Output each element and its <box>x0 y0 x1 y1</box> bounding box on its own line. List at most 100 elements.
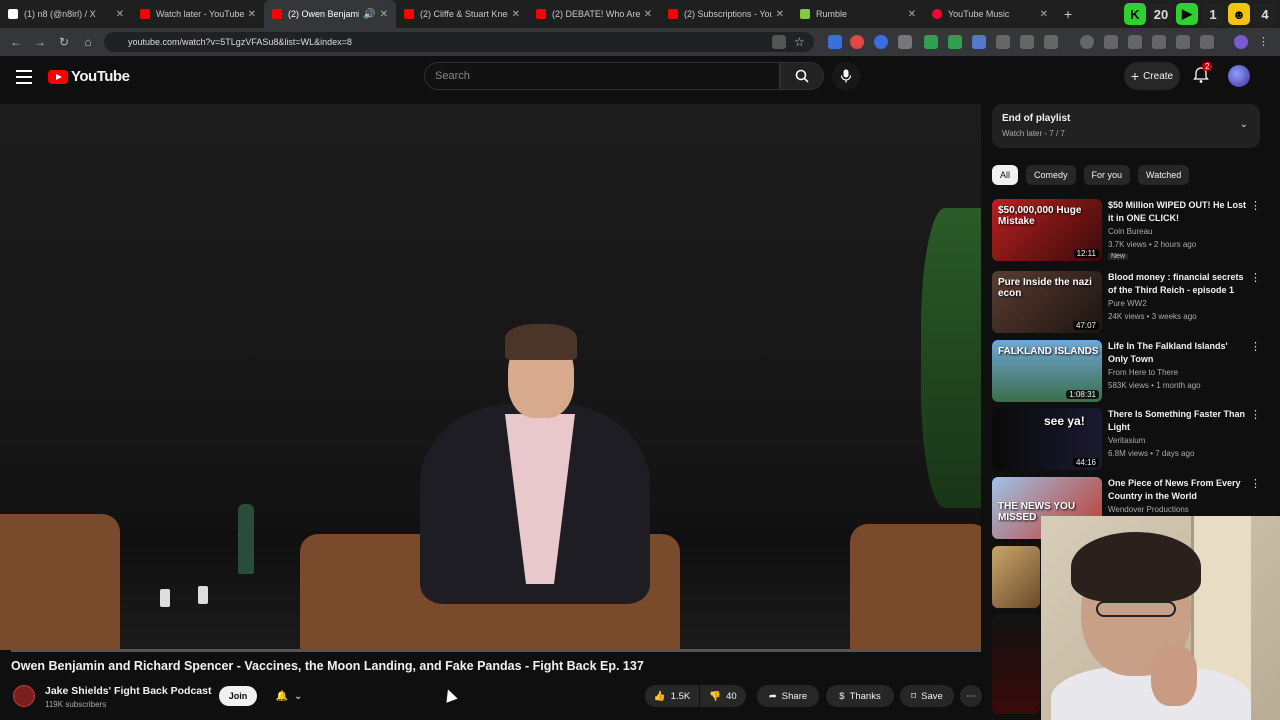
extension-icon[interactable] <box>924 35 938 49</box>
sidebar-icon[interactable] <box>1152 35 1166 49</box>
extension-icon[interactable] <box>972 35 986 49</box>
recommendation-channel[interactable]: Coin Bureau <box>1108 227 1152 236</box>
browser-tab[interactable]: (2) DEBATE! Who Are th✕ <box>528 0 660 28</box>
thanks-button[interactable]: $ Thanks <box>826 685 894 707</box>
recommendation-title[interactable]: Blood money : financial secrets of the T… <box>1108 271 1246 297</box>
recommendation-title[interactable]: Life In The Falkland Islands' Only Town <box>1108 340 1246 366</box>
video-thumbnail[interactable] <box>992 546 1040 608</box>
extension-icon[interactable] <box>1176 35 1190 49</box>
channel-avatar[interactable] <box>13 685 35 707</box>
youtube-header: YouTube Search + Create 2 <box>0 56 1280 100</box>
recommendation-title[interactable]: One Piece of News From Every Country in … <box>1108 477 1246 503</box>
video-thumbnail[interactable] <box>992 614 1040 714</box>
close-tab-icon[interactable]: ✕ <box>1040 9 1048 20</box>
chip-all[interactable]: All <box>992 165 1019 185</box>
recommendation-item[interactable]: $50,000,000 Huge Mistake 12:11 $50 Milli… <box>992 199 1268 263</box>
extension-icon[interactable] <box>948 35 962 49</box>
devtools-icon[interactable] <box>1128 35 1142 49</box>
kebab-menu-icon[interactable]: ⋮ <box>1258 35 1272 49</box>
close-tab-icon[interactable]: ✕ <box>248 9 256 20</box>
recommendation-item[interactable]: FALKLAND ISLANDS 1:08:31 Life In The Fal… <box>992 340 1268 404</box>
video-player[interactable] <box>0 104 981 650</box>
video-thumbnail[interactable]: see ya! 44:16 <box>992 408 1102 470</box>
more-actions-button[interactable]: ⋯ <box>960 685 982 707</box>
recommendation-channel[interactable]: Pure WW2 <box>1108 299 1147 308</box>
profile-icon[interactable] <box>1234 35 1248 49</box>
address-bar[interactable]: youtube.com/watch?v=5TLgzVFASu8&list=WL&… <box>104 32 814 52</box>
video-thumbnail[interactable]: FALKLAND ISLANDS 1:08:31 <box>992 340 1102 402</box>
kebab-menu-icon[interactable]: ⋮ <box>1250 408 1261 421</box>
video-thumbnail[interactable]: $50,000,000 Huge Mistake 12:11 <box>992 199 1102 261</box>
like-button[interactable]: 👍 1.5K <box>645 685 699 707</box>
youtube-logo[interactable]: YouTube <box>48 68 130 85</box>
channel-name[interactable]: Jake Shields' Fight Back Podcast <box>45 685 211 697</box>
join-button[interactable]: Join <box>219 686 257 706</box>
chevron-down-icon[interactable]: ⌄ <box>1240 119 1248 130</box>
extension-icon[interactable] <box>996 35 1010 49</box>
recommendation-title[interactable]: There Is Something Faster Than Light <box>1108 408 1246 434</box>
chip-for-you[interactable]: For you <box>1083 165 1131 185</box>
bookmark-star-icon[interactable]: ☆ <box>794 35 808 49</box>
dislike-button[interactable]: 👎 40 <box>700 685 746 707</box>
browser-tab[interactable]: (2) Subscriptions - YouT ✕ <box>660 0 792 28</box>
recommendation-channel[interactable]: From Here to There <box>1108 368 1178 377</box>
subscription-bell-button[interactable]: 🔔 ⌄ <box>266 686 312 706</box>
chip-comedy[interactable]: Comedy <box>1026 165 1076 185</box>
video-progress-bar[interactable] <box>11 649 981 652</box>
extension-icon[interactable] <box>898 35 912 49</box>
recommendation-item[interactable]: see ya! 44:16 There Is Something Faster … <box>992 408 1268 472</box>
account-avatar[interactable] <box>1228 65 1250 87</box>
search-button[interactable] <box>780 62 824 90</box>
close-tab-icon[interactable]: ✕ <box>380 9 388 20</box>
history-icon[interactable] <box>1080 35 1094 49</box>
cast-icon[interactable] <box>772 35 786 49</box>
video-thumbnail[interactable]: Pure Inside the nazi econ 47:07 <box>992 271 1102 333</box>
home-icon[interactable]: ⌂ <box>76 35 100 49</box>
close-tab-icon[interactable]: ✕ <box>512 9 520 20</box>
recommendation-channel[interactable]: Veritasium <box>1108 436 1145 445</box>
kebab-menu-icon[interactable]: ⋮ <box>1250 271 1261 284</box>
tray-pill: ☻ <box>1228 3 1250 25</box>
close-tab-icon[interactable]: ✕ <box>644 9 652 20</box>
playlist-title: End of playlist <box>1002 113 1071 124</box>
new-tab-button[interactable]: + <box>1056 6 1080 22</box>
video-cup <box>198 586 208 604</box>
extension-icon[interactable] <box>1200 35 1214 49</box>
back-arrow-icon[interactable]: ← <box>4 35 28 49</box>
kebab-menu-icon[interactable]: ⋮ <box>1250 199 1261 212</box>
webcam-person-hand <box>1151 646 1197 706</box>
forward-arrow-icon[interactable]: → <box>28 35 52 49</box>
tray-pill: ▶ <box>1176 3 1198 25</box>
save-button[interactable]: ⌑ Save <box>900 685 954 707</box>
playlist-panel-header[interactable]: End of playlist Watch later - 7 / 7 ⌄ <box>992 104 1260 148</box>
extension-icon[interactable] <box>828 35 842 49</box>
recommendation-title[interactable]: $50 Million WIPED OUT! He Lost it in ONE… <box>1108 199 1246 225</box>
extension-icon[interactable] <box>1020 35 1034 49</box>
recommendation-channel[interactable]: Wendover Productions <box>1108 505 1189 514</box>
browser-tab[interactable]: (1) n8 (@n8irl) / X ✕ <box>0 0 132 28</box>
search-input[interactable]: Search <box>424 62 780 90</box>
share-button[interactable]: ➦ Share <box>757 685 819 707</box>
browser-tab[interactable]: Rumble ✕ <box>792 0 924 28</box>
browser-tab[interactable]: YouTube Music ✕ <box>924 0 1056 28</box>
close-tab-icon[interactable]: ✕ <box>776 9 784 20</box>
kebab-menu-icon[interactable]: ⋮ <box>1250 340 1261 353</box>
puzzle-icon[interactable] <box>1044 35 1058 49</box>
kebab-menu-icon[interactable]: ⋮ <box>1250 477 1261 490</box>
close-tab-icon[interactable]: ✕ <box>116 9 124 20</box>
extension-icon[interactable] <box>1104 35 1118 49</box>
browser-tab[interactable]: (2) Cliffe & Stuart Knech ✕ <box>396 0 528 28</box>
extension-icon[interactable] <box>874 35 888 49</box>
hamburger-menu-icon[interactable] <box>16 70 32 84</box>
create-button[interactable]: + Create <box>1124 62 1180 90</box>
chip-watched[interactable]: Watched <box>1138 165 1190 185</box>
recommendation-item[interactable]: Pure Inside the nazi econ 47:07 Blood mo… <box>992 271 1268 335</box>
extension-icon[interactable] <box>850 35 864 49</box>
browser-tab[interactable]: Watch later - YouTube ✕ <box>132 0 264 28</box>
close-tab-icon[interactable]: ✕ <box>908 9 916 20</box>
browser-tab-active[interactable]: (2) Owen Benjamin 🔊 ✕ <box>264 0 396 28</box>
speaker-icon[interactable]: 🔊 <box>363 9 375 20</box>
reload-icon[interactable]: ↻ <box>52 35 76 49</box>
notifications-button[interactable]: 2 <box>1192 62 1213 86</box>
voice-search-button[interactable] <box>832 62 860 90</box>
